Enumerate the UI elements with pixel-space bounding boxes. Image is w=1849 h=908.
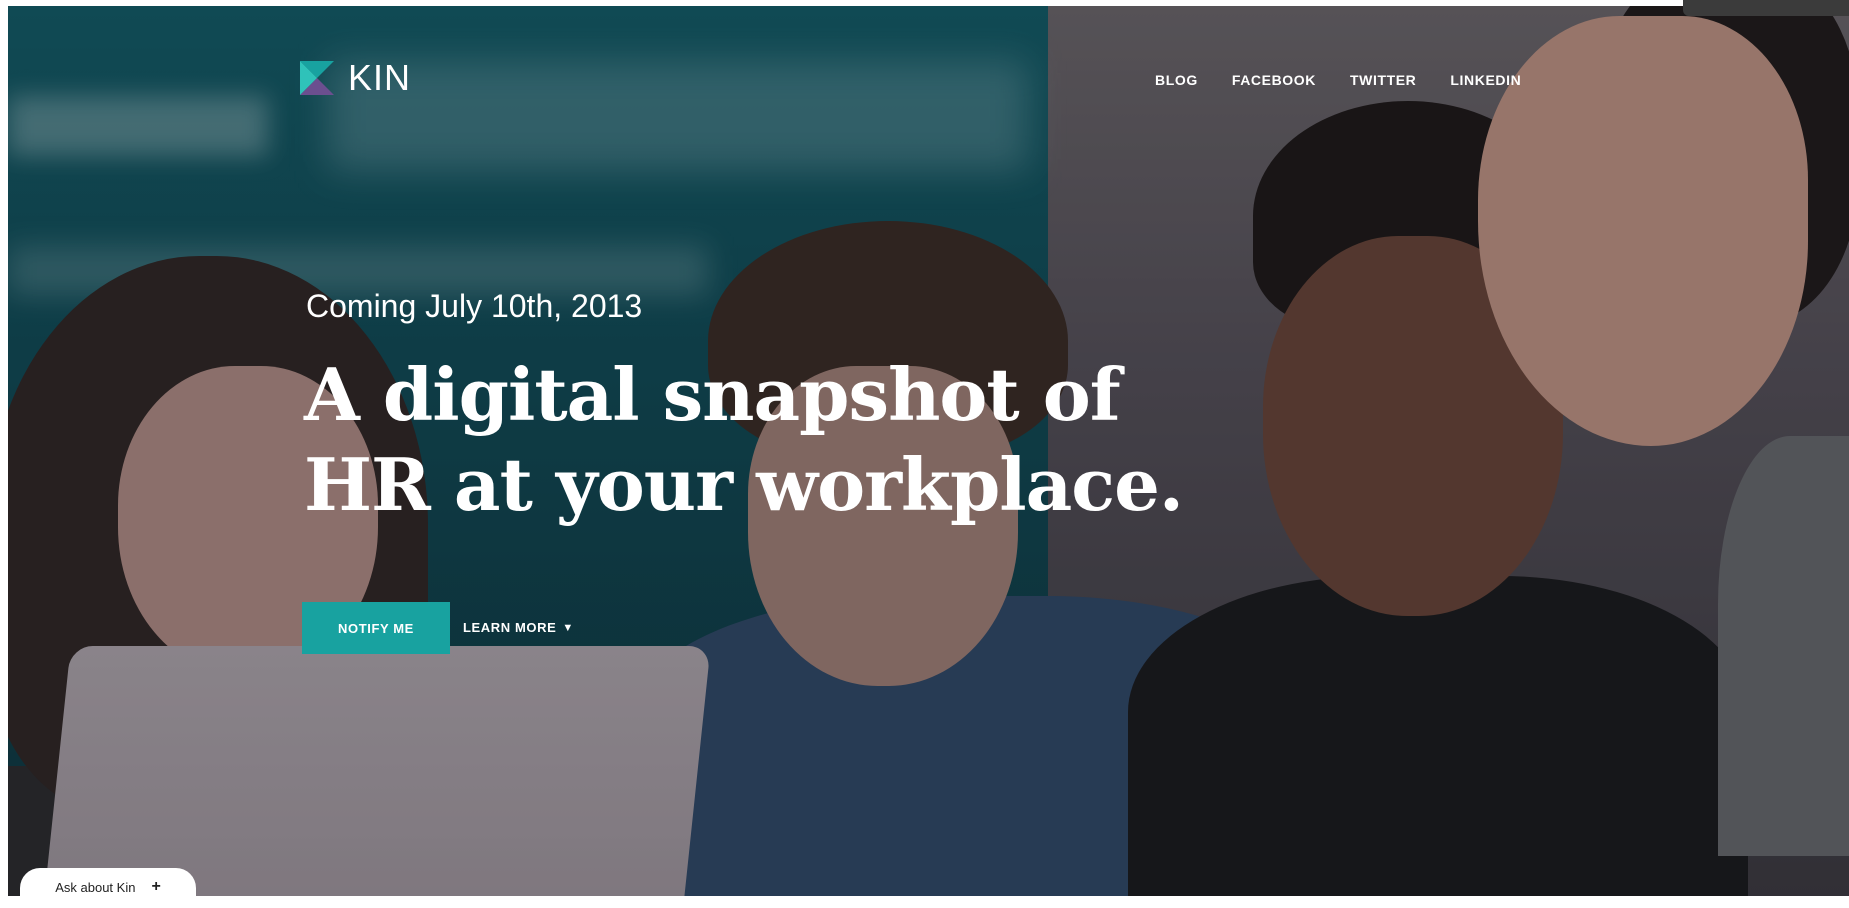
nav-facebook[interactable]: FACEBOOK <box>1232 72 1316 88</box>
top-nav: BLOG FACEBOOK TWITTER LINKEDIN <box>1155 72 1521 88</box>
launch-date: Coming July 10th, 2013 <box>306 288 643 324</box>
corner-tab <box>1683 0 1849 16</box>
nav-linkedin[interactable]: LINKEDIN <box>1450 72 1521 88</box>
ask-about-kin-tab[interactable]: Ask about Kin + <box>20 868 196 908</box>
arrow-down-icon: ▼ <box>562 621 574 634</box>
learn-more-link[interactable]: LEARN MORE ▼ <box>463 620 574 635</box>
nav-blog[interactable]: BLOG <box>1155 72 1198 88</box>
brand-name: KIN <box>348 57 412 98</box>
learn-more-label: LEARN MORE <box>463 620 557 635</box>
notify-me-button[interactable]: NOTIFY ME <box>302 602 450 654</box>
chat-label: Ask about Kin <box>55 880 136 895</box>
headline-line-2: HR at your workplace. <box>304 442 1184 527</box>
logo-link[interactable]: KIN <box>298 57 411 99</box>
plus-icon: + <box>151 878 161 895</box>
kin-logo-icon <box>300 61 334 95</box>
nav-twitter[interactable]: TWITTER <box>1350 72 1416 88</box>
hero-headline: A digital snapshot of HR at your workpla… <box>304 350 1184 530</box>
headline-line-1: A digital snapshot of <box>304 352 1121 437</box>
